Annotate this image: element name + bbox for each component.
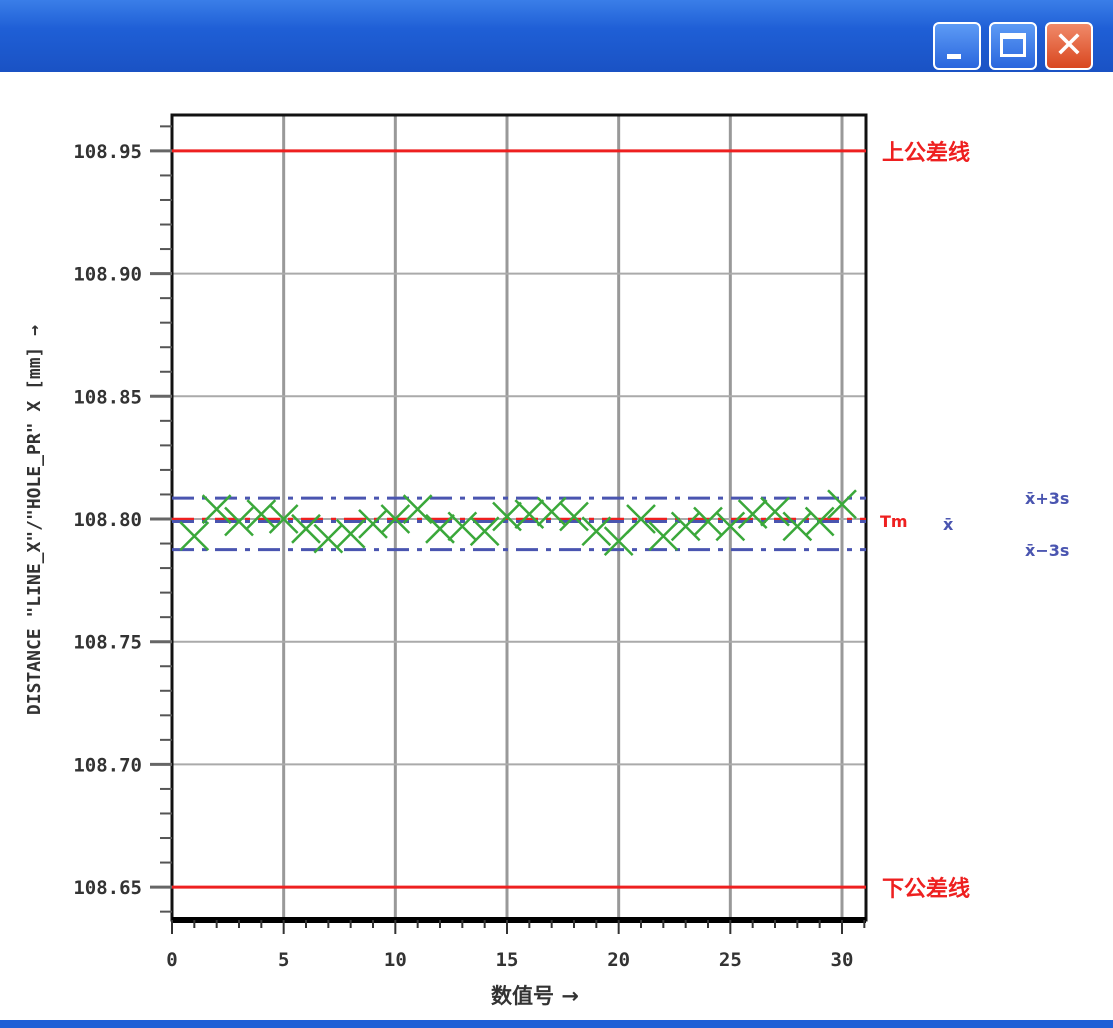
x-axis-label: 数值号 → [491, 984, 579, 1008]
ref-label-upper_tol: 上公差线 [882, 140, 970, 166]
y-tick-label: 108.70 [73, 754, 142, 776]
data-point [313, 523, 344, 554]
x-tick-label: 25 [719, 949, 742, 971]
y-axis-label: DISTANCE "LINE_X"/"HOLE_PR" X [mm] → [24, 325, 45, 715]
y-tick-label: 108.95 [73, 141, 142, 163]
data-point [559, 501, 589, 532]
data-point [670, 511, 701, 542]
data-point [246, 499, 277, 529]
data-point [335, 518, 366, 549]
y-tick-label: 108.90 [73, 264, 142, 286]
data-point [648, 521, 679, 552]
ref-label-mean_minus_3s: x̄−3s [1025, 541, 1069, 560]
ref-label-lower_tol: 下公差线 [882, 876, 970, 902]
x-tick-label: 30 [831, 949, 854, 971]
data-point [358, 509, 388, 539]
y-tick-label: 108.80 [73, 509, 142, 531]
data-point [179, 521, 210, 552]
x-tick-label: 10 [384, 949, 407, 971]
control-chart: 108.65 108.70 108.75 108.80 108.85 108.90 108.… [24, 113, 1069, 1008]
x-tick-label: 15 [496, 949, 519, 971]
y-tick-label: 108.75 [73, 632, 142, 654]
data-point [447, 511, 478, 542]
y-tick-label: 108.65 [73, 877, 142, 899]
ref-label-tm: Tm [880, 512, 908, 531]
plot-frame [170, 113, 868, 922]
data-point [581, 516, 612, 547]
data-point [536, 496, 567, 527]
x-tick-label: 5 [278, 949, 289, 971]
ref-label-mean: x̄ [943, 515, 954, 534]
x-tick-label: 20 [607, 949, 630, 971]
ref-label-mean_plus_3s: x̄+3s [1025, 489, 1069, 508]
y-tick-label: 108.85 [73, 386, 142, 408]
data-point [782, 511, 813, 542]
x-tick-label: 0 [166, 949, 177, 971]
